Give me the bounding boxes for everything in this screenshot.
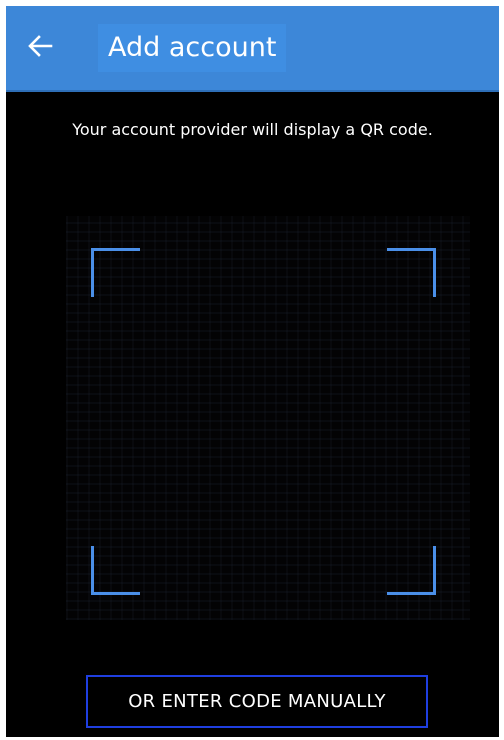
scanner-corner-bottom-right (387, 546, 436, 595)
back-button[interactable] (20, 28, 60, 68)
enter-code-manually-label: OR ENTER CODE MANUALLY (128, 691, 386, 712)
arrow-left-icon (27, 35, 53, 61)
scanner-corner-top-right (387, 248, 436, 297)
app-screen: Add account Your account provider will d… (6, 6, 499, 737)
enter-code-manually-button[interactable]: OR ENTER CODE MANUALLY (86, 675, 428, 728)
qr-instruction-text: Your account provider will display a QR … (72, 120, 433, 139)
scanner-corner-top-left (91, 248, 140, 297)
scanner-corner-bottom-left (91, 546, 140, 595)
page-title: Add account (98, 24, 287, 72)
app-header: Add account (6, 6, 499, 92)
